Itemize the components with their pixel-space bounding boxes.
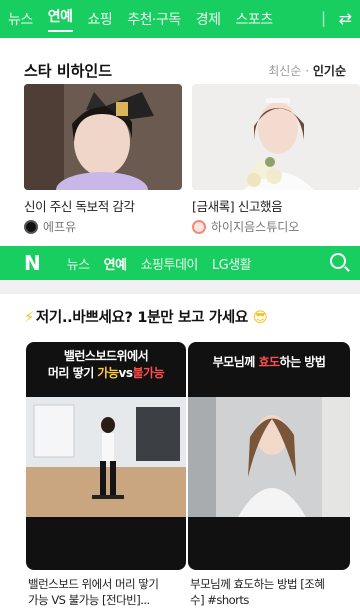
elevator-scene-image bbox=[188, 397, 350, 517]
tab-news[interactable]: 뉴스 bbox=[8, 9, 33, 29]
video-headline: 밸런스보드위에서 머리 땋기 가능vs불가능 bbox=[26, 348, 186, 382]
headline-highlight: 가능 bbox=[97, 366, 119, 380]
balance-board-person-image bbox=[26, 397, 186, 517]
source-name: 하이지음스튜디오 bbox=[211, 220, 300, 234]
headline-text: 하는 방법 bbox=[279, 355, 326, 369]
channel-avatar-icon bbox=[192, 219, 206, 234]
source-name: 에프유 bbox=[43, 220, 77, 234]
shorts-video-card[interactable]: 부모님께 효도하는 방법 bbox=[188, 342, 350, 570]
card-source[interactable]: 에프유 bbox=[24, 218, 76, 235]
video-caption[interactable]: 밸런스보드 위에서 머리 땋기 가능 VS 불가능 [전다빈]... bbox=[28, 576, 159, 608]
caption-line: 밸런스보드 위에서 머리 땋기 bbox=[28, 577, 159, 591]
headline-highlight: 효도 bbox=[258, 355, 280, 369]
top-tab-bar: 뉴스 연예 쇼핑 추천·구독 경제 스포츠 | ⇄ bbox=[0, 0, 360, 38]
tab-economy[interactable]: 경제 bbox=[196, 9, 221, 29]
card-source[interactable]: 하이지음스튜디오 bbox=[192, 218, 299, 235]
search-icon[interactable] bbox=[330, 253, 346, 269]
sort-latest-button[interactable]: 최신순 bbox=[268, 64, 301, 78]
section-title-text: 저기..바쁘세요? 1분만 보고 가세요 bbox=[35, 310, 248, 326]
headline-line: 머리 땋기 가능vs불가능 bbox=[26, 365, 186, 382]
headline-text: vs bbox=[118, 366, 133, 380]
nav-tab-news[interactable]: 뉴스 bbox=[67, 254, 90, 273]
nav-tab-entertainment[interactable]: 연예 bbox=[104, 254, 127, 273]
tab-sports[interactable]: 스포츠 bbox=[236, 9, 274, 29]
headline-text: 머리 땋기 bbox=[47, 366, 98, 380]
section-title: 스타 비하인드 bbox=[24, 62, 113, 80]
card-title[interactable]: [금새록] 신고했음 bbox=[192, 196, 283, 215]
woman-in-elevator-image bbox=[188, 397, 350, 517]
shorts-section: ⚡ 저기..바쁘세요? 1분만 보고 가세요 😎 밸런스보드위에서 머리 땋기 가… bbox=[0, 294, 360, 610]
star-behind-section: 스타 비하인드 최신순 · 인기순 신이 주신 독보적 감각 에프유 [금새록]… bbox=[0, 38, 360, 250]
sunglasses-emoji-icon: 😎 bbox=[252, 310, 268, 326]
tab-shopping[interactable]: 쇼핑 bbox=[88, 9, 113, 29]
headline-text: 부모님께 bbox=[212, 355, 259, 369]
gym-scene-image bbox=[26, 397, 186, 517]
shorts-video-card[interactable]: 밸런스보드위에서 머리 땋기 가능vs불가능 bbox=[26, 342, 186, 570]
nav-tab-shopping-today[interactable]: 쇼핑투데이 bbox=[141, 254, 199, 273]
naver-logo[interactable]: N bbox=[24, 251, 41, 275]
woman-with-bow-image bbox=[24, 84, 182, 190]
swap-arrows-icon[interactable]: ⇄ bbox=[339, 9, 352, 28]
video-caption[interactable]: 부모님께 효도하는 방법 [조혜 수] #shorts bbox=[190, 576, 325, 608]
nav-tab-lg-living[interactable]: LG생활 bbox=[212, 254, 252, 273]
star-card-thumbnail[interactable] bbox=[192, 84, 360, 190]
headline-line: 밸런스보드위에서 bbox=[63, 349, 149, 363]
caption-line: 수] #shorts bbox=[190, 593, 249, 607]
lightning-icon: ⚡ bbox=[24, 310, 34, 326]
channel-avatar-icon bbox=[24, 219, 38, 234]
section-divider bbox=[0, 280, 360, 294]
tab-entertainment[interactable]: 연예 bbox=[48, 6, 73, 32]
video-headline: 부모님께 효도하는 방법 bbox=[188, 354, 350, 371]
sort-popular-button[interactable]: 인기순 bbox=[313, 64, 346, 78]
sort-separator: · bbox=[305, 64, 310, 78]
tab-recommend-subscribe[interactable]: 추천·구독 bbox=[127, 9, 181, 29]
naver-nav-bar: N 뉴스 연예 쇼핑투데이 LG생활 bbox=[0, 246, 360, 280]
caption-line: 부모님께 효도하는 방법 [조혜 bbox=[190, 577, 325, 591]
star-card-thumbnail[interactable] bbox=[24, 84, 182, 190]
card-title[interactable]: 신이 주신 독보적 감각 bbox=[24, 196, 135, 215]
headline-highlight: 불가능 bbox=[132, 366, 165, 380]
woman-with-flowers-image bbox=[192, 84, 360, 190]
sort-options: 최신순 · 인기순 bbox=[268, 62, 346, 79]
section-title: ⚡ 저기..바쁘세요? 1분만 보고 가세요 😎 bbox=[24, 306, 268, 327]
caption-line: 가능 VS 불가능 [전다빈]... bbox=[28, 593, 150, 607]
divider: | bbox=[320, 9, 326, 27]
